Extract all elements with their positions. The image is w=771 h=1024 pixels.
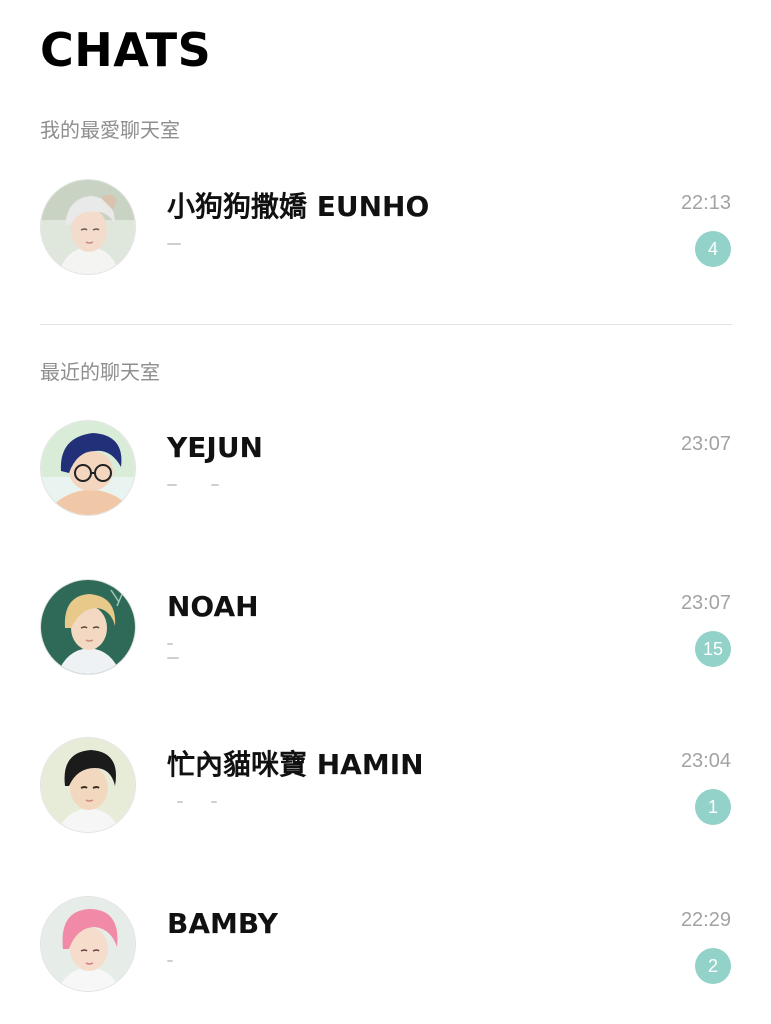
chat-timestamp: 23:04	[680, 750, 731, 772]
chat-name: 忙內貓咪寶 HAMIN	[167, 748, 424, 781]
message-preview	[167, 954, 287, 968]
chat-name: YEJUN	[167, 431, 263, 464]
unread-badge: 2	[695, 948, 731, 984]
section-divider	[40, 324, 732, 325]
chat-row-eunho[interactable]: 小狗狗撒嬌 EUNHO 22:13 4	[0, 179, 771, 299]
chat-row-noah[interactable]: NOAH 23:07 15	[0, 579, 771, 699]
page-title: CHATS	[40, 23, 212, 77]
message-preview	[167, 637, 287, 659]
avatar	[40, 179, 136, 275]
unread-badge: 15	[694, 631, 731, 667]
message-preview	[167, 478, 287, 492]
chat-row-bamby[interactable]: BAMBY 22:29 2	[0, 896, 771, 1016]
chat-name: BAMBY	[167, 907, 278, 940]
chats-screen: CHATS 我的最愛聊天室 小狗狗撒嬌 EUNHO 22:13 4 最近的聊天室	[0, 0, 771, 1024]
message-preview	[167, 237, 287, 251]
chat-timestamp: 23:07	[680, 592, 731, 614]
chat-timestamp: 22:29	[680, 909, 731, 931]
chat-timestamp: 23:07	[680, 433, 731, 455]
section-header-recent: 最近的聊天室	[40, 360, 160, 384]
chat-row-yejun[interactable]: YEJUN 23:07	[0, 420, 771, 540]
avatar	[40, 737, 136, 833]
chat-timestamp: 22:13	[680, 192, 731, 214]
chat-name: 小狗狗撒嬌 EUNHO	[167, 190, 430, 223]
avatar	[40, 579, 136, 675]
chat-row-hamin[interactable]: 忙內貓咪寶 HAMIN 23:04 1	[0, 737, 771, 857]
avatar	[40, 420, 136, 516]
message-preview	[167, 795, 287, 809]
chat-name: NOAH	[167, 590, 259, 623]
avatar	[40, 896, 136, 992]
unread-badge: 1	[695, 789, 731, 825]
unread-badge: 4	[695, 231, 731, 267]
section-header-favorites: 我的最愛聊天室	[40, 118, 180, 142]
